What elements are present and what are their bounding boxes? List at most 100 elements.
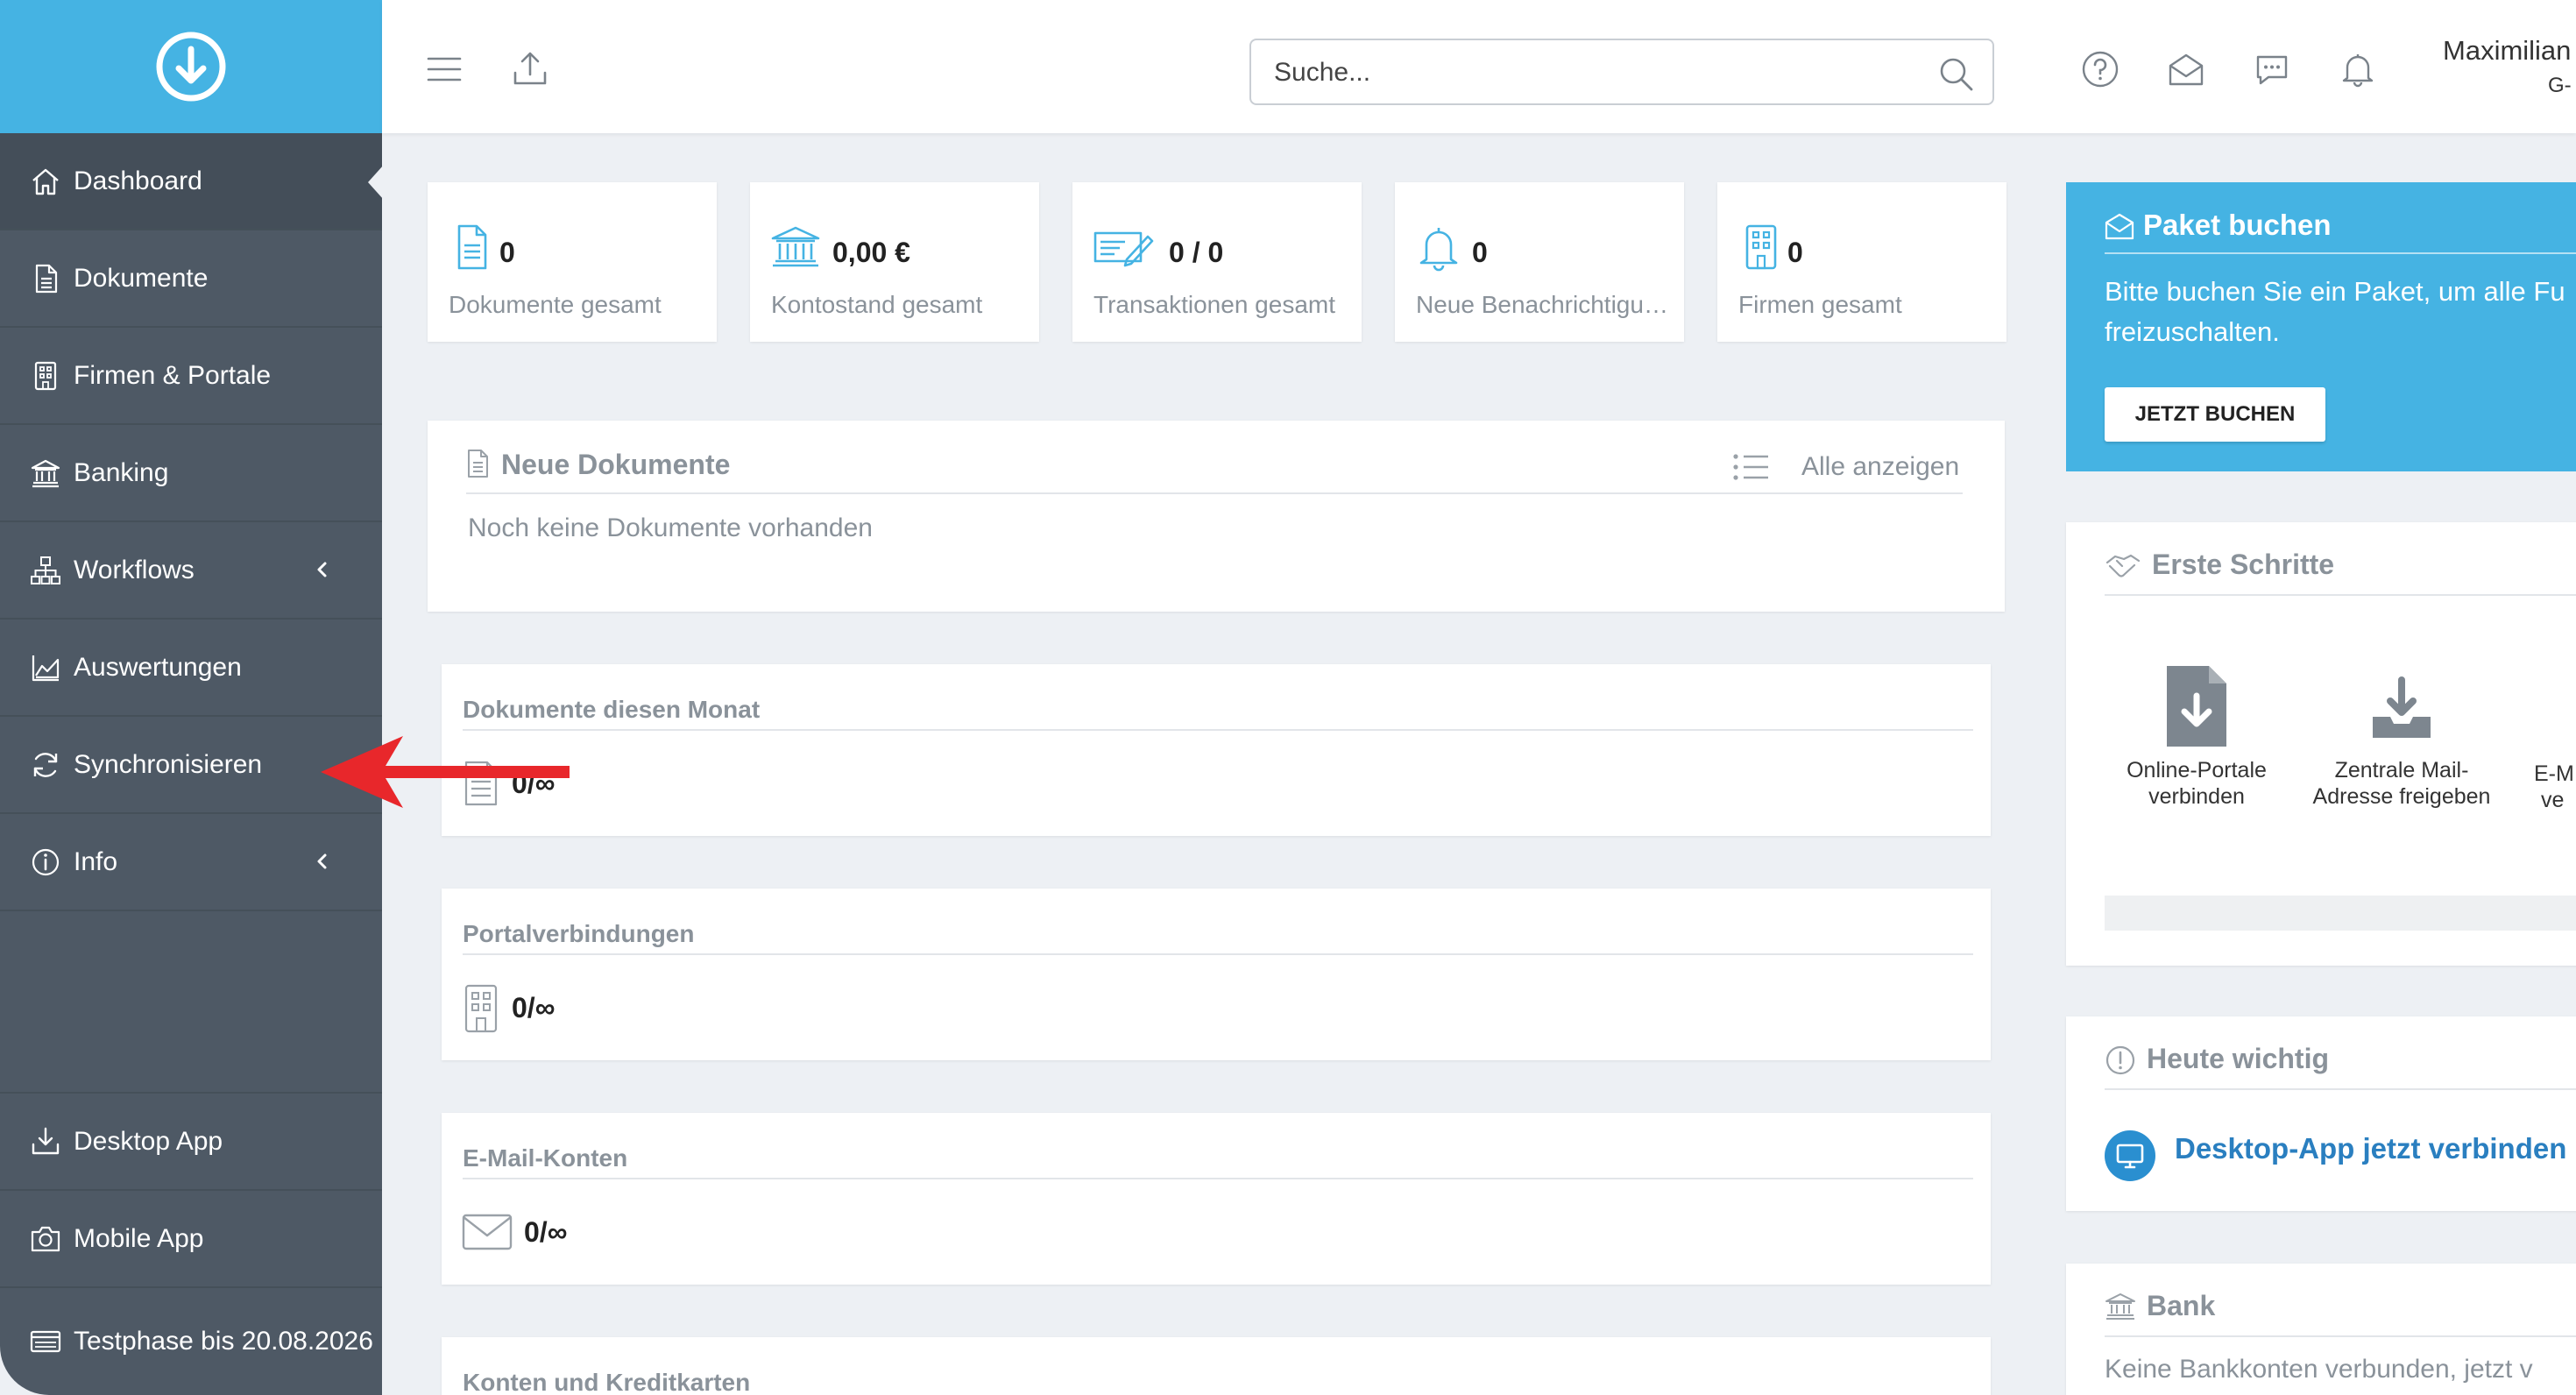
step-label: verbinden (2148, 784, 2245, 809)
menu-toggle-button[interactable] (424, 49, 464, 89)
paket-buchen-panel: Paket buchen Bitte buchen Sie ein Paket,… (2066, 182, 2576, 471)
chart-area-icon (26, 648, 65, 687)
sidebar-item-firmen-portale[interactable]: Firmen & Portale (0, 328, 382, 425)
stat-label: Kontostand gesamt (771, 291, 983, 318)
app-window: Dashboard Dokumente Firmen & Portale Ban… (0, 0, 2576, 1395)
messages-button[interactable] (2166, 49, 2206, 89)
step-label: Online-Portale (2127, 758, 2267, 782)
sidebar-item-label: Auswertungen (74, 652, 242, 682)
sidebar-item-testphase[interactable]: Testphase bis 20.08.2026 (0, 1288, 382, 1395)
list-icon[interactable] (1731, 452, 1770, 482)
help-icon (2082, 51, 2119, 88)
divider (463, 953, 1973, 955)
bank-panel: Bank Keine Bankkonten verbunden, jetzt v (2066, 1264, 2576, 1395)
panel-title: Erste Schritte (2152, 549, 2335, 580)
user-name[interactable]: Maximilian (2443, 35, 2571, 67)
upload-button[interactable] (510, 49, 550, 89)
progress-bar (2105, 896, 2576, 931)
stat-card-dokumente[interactable]: 0 Dokumente gesamt (428, 182, 717, 342)
sidebar-item-label: Banking (74, 457, 169, 487)
sidebar-item-auswertungen[interactable]: Auswertungen (0, 620, 382, 717)
panel-title: Paket buchen (2143, 209, 2332, 241)
bank-icon (2105, 1293, 2135, 1320)
stat-value: 0,00 € (832, 237, 910, 268)
sidebar-item-workflows[interactable]: Workflows (0, 522, 382, 620)
building-icon (26, 357, 65, 395)
search-icon[interactable] (1936, 54, 1975, 93)
show-all-link[interactable]: Alle anzeigen (1801, 452, 1959, 482)
step-zentrale-mail[interactable]: Zentrale Mail- Adresse freigeben (2301, 676, 2502, 810)
step-label: Zentrale Mail- (2334, 758, 2469, 782)
step-online-portale[interactable]: Online-Portale verbinden (2122, 664, 2271, 810)
top-header: Maximilian G- (382, 0, 2576, 133)
sidebar-item-dashboard[interactable]: Dashboard (0, 133, 384, 230)
portalverbindungen-panel: Portalverbindungen 0/∞ (442, 889, 1991, 1060)
step-email[interactable]: E-M ve (2534, 761, 2576, 813)
desktop-app-connect-link[interactable]: Desktop-App jetzt verbinden (2175, 1132, 2566, 1165)
document-icon (26, 259, 65, 298)
limit-value: 0/∞ (512, 992, 556, 1023)
panel-title: Bank (2147, 1290, 2216, 1321)
active-indicator (368, 165, 384, 200)
sidebar-item-label: Dashboard (74, 166, 202, 195)
stat-card-transaktionen[interactable]: 0 / 0 Transaktionen gesamt (1072, 182, 1362, 342)
stat-card-firmen[interactable]: 0 Firmen gesamt (1717, 182, 2006, 342)
divider (2105, 1335, 2576, 1337)
user-company[interactable]: G- (2548, 74, 2572, 98)
sidebar-item-label: Info (74, 846, 118, 876)
notifications-button[interactable] (2338, 49, 2378, 89)
step-label: ve (2541, 788, 2565, 812)
mail-open-icon (2169, 53, 2204, 86)
divider (463, 729, 1973, 731)
sidebar-item-banking[interactable]: Banking (0, 425, 382, 522)
upload-icon (513, 52, 547, 85)
stat-card-benachrichtigungen[interactable]: 0 Neue Benachrichtigungen (1395, 182, 1684, 342)
desktop-icon (2105, 1130, 2155, 1181)
stat-label: Dokumente gesamt (449, 291, 662, 318)
divider (2105, 1088, 2576, 1090)
sidebar-item-label: Synchronisieren (74, 749, 263, 779)
stat-card-kontostand[interactable]: 0,00 € Kontostand gesamt (750, 182, 1039, 342)
hamburger-icon (427, 57, 462, 81)
stat-value: 0 (1787, 237, 1803, 268)
stat-label: Transaktionen gesamt (1093, 291, 1335, 318)
email-konten-panel: E-Mail-Konten 0/∞ (442, 1113, 1991, 1285)
sidebar-item-mobile-app[interactable]: Mobile App (0, 1191, 382, 1288)
sidebar-item-label: Workflows (74, 555, 195, 584)
divider (463, 1178, 1973, 1179)
sync-icon (26, 746, 65, 784)
chat-icon (2256, 55, 2288, 85)
building-icon (1745, 224, 1777, 270)
empty-state-text: Noch keine Dokumente vorhanden (468, 513, 873, 542)
document-icon (457, 224, 487, 270)
handshake-icon (2105, 554, 2141, 577)
sidebar-item-desktop-app[interactable]: Desktop App (0, 1094, 382, 1191)
inbox-download-icon (2373, 676, 2431, 738)
panel-title: Portalverbindungen (463, 920, 695, 947)
stat-value: 0 / 0 (1169, 237, 1224, 268)
panel-title: Dokumente diesen Monat (463, 696, 761, 723)
bank-icon (771, 226, 820, 267)
sidebar-item-info[interactable]: Info (0, 814, 382, 911)
jetzt-buchen-button[interactable]: JETZT BUCHEN (2105, 387, 2325, 442)
panel-title: Heute wichtig (2147, 1043, 2330, 1074)
divider (2105, 594, 2576, 596)
sidebar-item-label: Testphase bis 20.08.2026 (74, 1327, 373, 1356)
alert-circle-icon (2105, 1045, 2135, 1075)
promo-text: Bitte buchen Sie ein Paket, um alle Fu f… (2105, 272, 2576, 352)
erste-schritte-panel: Erste Schritte Online-Portale verbinden … (2066, 522, 2576, 966)
help-button[interactable] (2080, 49, 2120, 89)
panel-title: Neue Dokumente (501, 449, 731, 480)
heute-wichtig-panel: Heute wichtig (2066, 1016, 2576, 1211)
brand-header[interactable] (0, 0, 382, 133)
chat-button[interactable] (2252, 49, 2292, 89)
chevron-left-icon (305, 552, 340, 587)
sidebar-item-dokumente[interactable]: Dokumente (0, 230, 382, 328)
konten-kreditkarten-panel: Konten und Kreditkarten (442, 1337, 1991, 1395)
mail-icon (462, 1214, 513, 1250)
stat-label: Neue Benachrichtigungen (1416, 291, 1675, 318)
stat-label: Firmen gesamt (1738, 291, 1902, 318)
document-icon (468, 450, 488, 478)
search-input[interactable] (1274, 53, 1922, 93)
panel-title: Konten und Kreditkarten (463, 1369, 751, 1395)
